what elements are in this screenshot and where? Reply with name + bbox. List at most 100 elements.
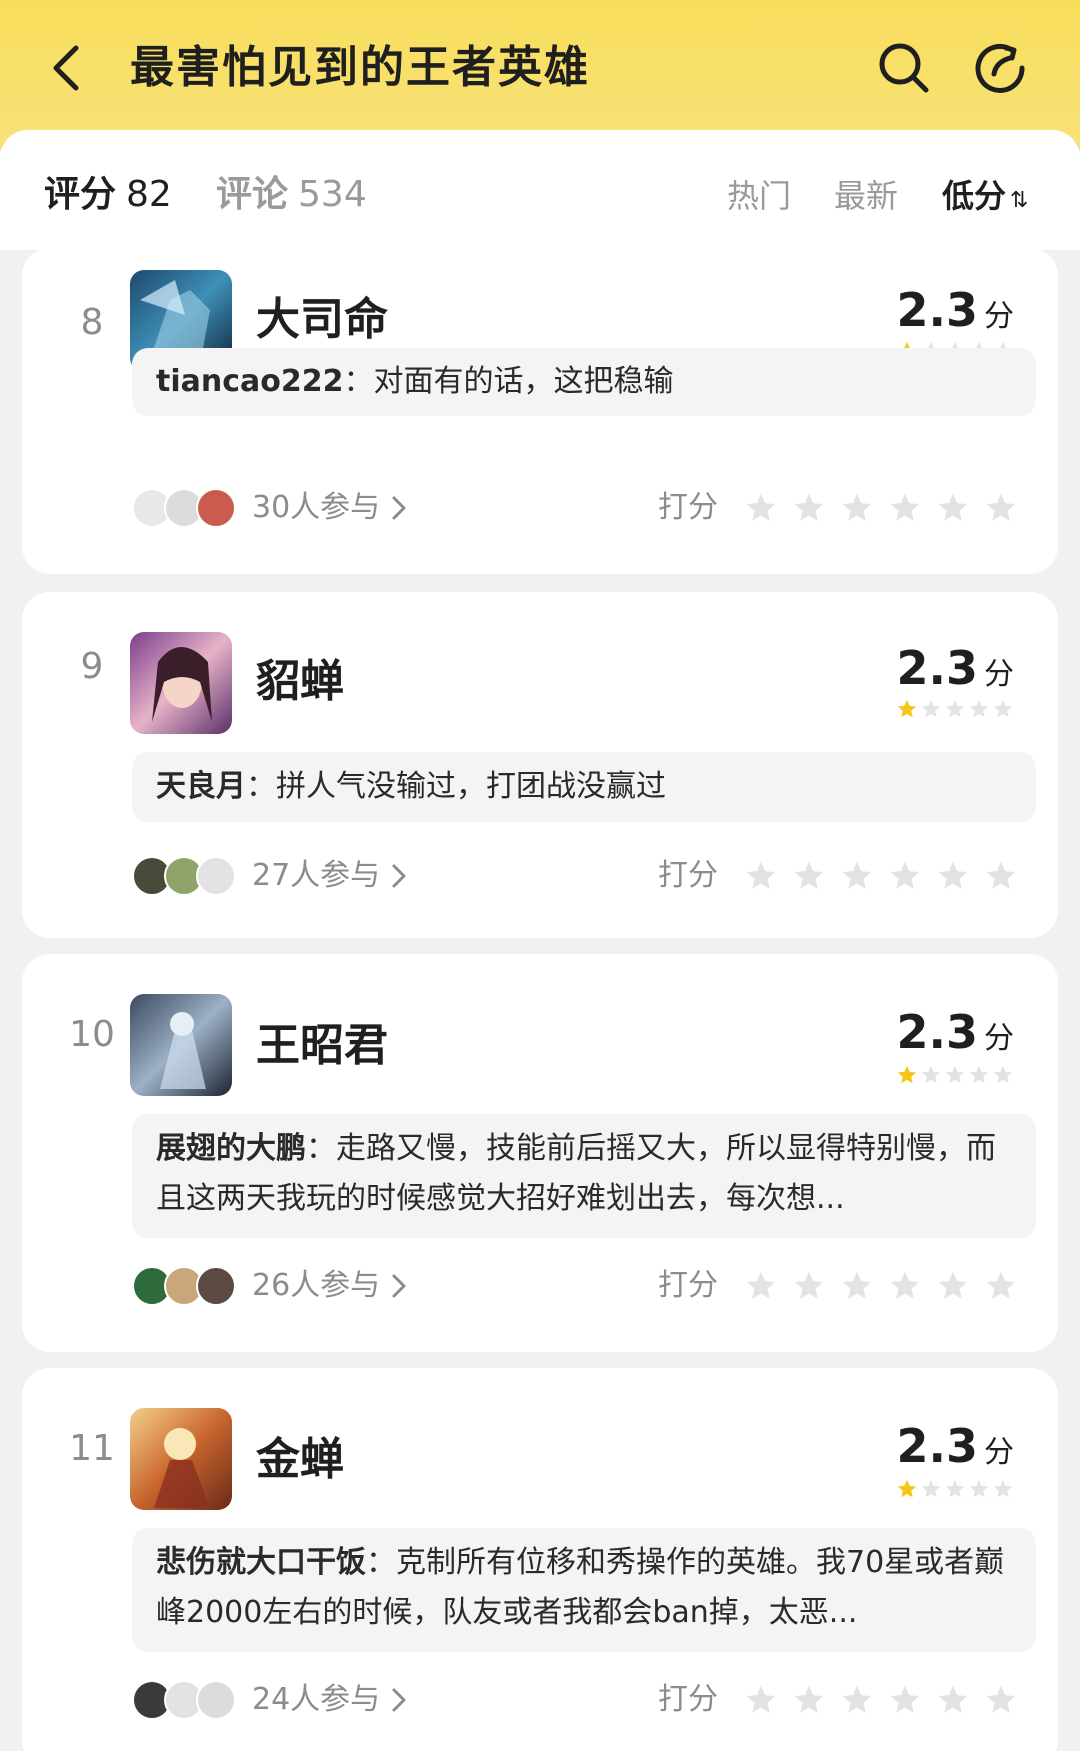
hero-portrait-image <box>130 632 232 734</box>
participants-link[interactable]: 30人参与 <box>132 488 408 528</box>
hero-name[interactable]: 貂蝉 <box>256 652 344 712</box>
participants-link[interactable]: 27人参与 <box>132 856 408 896</box>
score-value: 2.3 分 <box>897 1418 1015 1481</box>
star-empty-icon <box>993 699 1013 718</box>
rank-number: 10 <box>69 1014 115 1055</box>
chevron-left-icon <box>53 45 79 91</box>
rate-star-icon[interactable] <box>888 1683 922 1717</box>
rate-star-icon[interactable] <box>840 1269 874 1303</box>
top-comment[interactable]: 天良月：拼人气没输过，打团战没赢过 <box>132 752 1036 822</box>
search-button[interactable] <box>876 40 932 96</box>
rate-star-icon[interactable] <box>744 1269 778 1303</box>
star-empty-icon <box>921 1479 941 1498</box>
score-summary: 评分 82 <box>44 170 172 220</box>
rate-star-icon[interactable] <box>888 491 922 525</box>
rate-label: 打分 <box>658 490 718 525</box>
hero-card: 11 金蝉 2.3 分 悲伤就大口干饭：克制所有位移和秀操作的英雄。我70星或者巅… <box>22 1368 1058 1751</box>
score-number: 2.3 <box>896 1005 979 1059</box>
star-empty-icon <box>945 699 965 718</box>
rate-star-icon[interactable] <box>744 1683 778 1717</box>
score-unit: 分 <box>984 1021 1014 1056</box>
hero-portrait-image <box>130 1408 232 1510</box>
top-comment[interactable]: 悲伤就大口干饭：克制所有位移和秀操作的英雄。我70星或者巅峰2000左右的时候，… <box>132 1528 1036 1652</box>
rate-star-icon[interactable] <box>792 859 826 893</box>
tab-newest[interactable]: 最新 <box>834 174 898 218</box>
participants-count: 27人参与 <box>252 858 381 893</box>
score-number: 2.3 <box>896 283 979 337</box>
top-comment[interactable]: 展翅的大鹏：走路又慢，技能前后摇又大，所以显得特别慢，而且这两天我玩的时候感觉大… <box>132 1114 1036 1238</box>
rank-number: 11 <box>69 1428 115 1469</box>
hero-name[interactable]: 王昭君 <box>256 1016 388 1076</box>
rate-star-icon[interactable] <box>936 859 970 893</box>
star-rating-display <box>896 1064 1014 1086</box>
rate-star-icon[interactable] <box>984 491 1018 525</box>
score-value: 82 <box>126 174 172 215</box>
comment-user: tiancao222 <box>156 364 344 399</box>
tab-hot[interactable]: 热门 <box>727 174 791 218</box>
participant-avatar <box>196 856 236 896</box>
score-value: 2.3 分 <box>897 640 1015 703</box>
comment-user: 展翅的大鹏 <box>156 1131 306 1166</box>
star-empty-icon <box>945 1065 965 1084</box>
hero-portrait-image <box>130 994 232 1096</box>
rate-star-icon[interactable] <box>792 491 826 525</box>
hero-avatar[interactable] <box>130 632 232 734</box>
star-filled-icon <box>897 699 917 718</box>
score-value: 2.3 分 <box>897 1004 1015 1067</box>
star-rating-display <box>896 698 1014 720</box>
score-unit: 分 <box>984 299 1014 334</box>
comment-user: 天良月 <box>156 769 246 804</box>
rate-star-icon[interactable] <box>840 859 874 893</box>
rate-star-icon[interactable] <box>840 491 874 525</box>
star-empty-icon <box>921 699 941 718</box>
hero-name[interactable]: 金蝉 <box>256 1430 344 1490</box>
hero-avatar[interactable] <box>130 994 232 1096</box>
rate-stars[interactable] <box>744 859 1018 893</box>
rate-stars[interactable] <box>744 491 1018 525</box>
chevron-right-icon <box>392 1688 406 1712</box>
rate-star-icon[interactable] <box>840 1683 874 1717</box>
star-empty-icon <box>969 1479 989 1498</box>
participants-link[interactable]: 24人参与 <box>132 1680 408 1720</box>
participants-count: 30人参与 <box>252 490 381 525</box>
hero-avatar[interactable] <box>130 1408 232 1510</box>
rate-stars[interactable] <box>744 1683 1018 1717</box>
rate-star-icon[interactable] <box>984 1269 1018 1303</box>
participants-link[interactable]: 26人参与 <box>132 1266 408 1306</box>
chevron-right-icon <box>392 496 406 520</box>
score-number: 2.3 <box>896 641 979 695</box>
rate-star-icon[interactable] <box>744 491 778 525</box>
participant-avatar <box>196 488 236 528</box>
rate-label: 打分 <box>658 858 718 893</box>
top-comment[interactable]: tiancao222：对面有的话，这把稳输 <box>132 348 1036 416</box>
hero-name[interactable]: 大司命 <box>256 290 388 350</box>
score-unit: 分 <box>984 657 1014 692</box>
chevron-right-icon <box>392 864 406 888</box>
rate-label: 打分 <box>658 1682 718 1717</box>
rate-star-icon[interactable] <box>936 1683 970 1717</box>
sort-arrows-icon: ⇅ <box>1010 188 1029 213</box>
rate-stars[interactable] <box>744 1269 1018 1303</box>
comments-summary[interactable]: 评论 534 <box>216 170 367 220</box>
rate-star-icon[interactable] <box>984 859 1018 893</box>
rate-star-icon[interactable] <box>888 859 922 893</box>
comment-separator: ： <box>246 769 276 804</box>
score-number: 2.3 <box>896 1419 979 1473</box>
star-empty-icon <box>993 1479 1013 1498</box>
share-button[interactable] <box>972 40 1028 96</box>
rate-star-icon[interactable] <box>792 1269 826 1303</box>
rate-label: 打分 <box>658 1268 718 1303</box>
rate-star-icon[interactable] <box>792 1683 826 1717</box>
comments-label: 评论 <box>216 174 289 215</box>
back-button[interactable] <box>44 38 92 98</box>
rate-star-icon[interactable] <box>744 859 778 893</box>
rate-star-icon[interactable] <box>936 491 970 525</box>
comment-user: 悲伤就大口干饭 <box>156 1545 366 1580</box>
top-bar: 最害怕见到的王者英雄 <box>0 0 1080 150</box>
rate-star-icon[interactable] <box>888 1269 922 1303</box>
share-icon <box>975 43 1025 93</box>
rate-star-icon[interactable] <box>936 1269 970 1303</box>
rate-star-icon[interactable] <box>984 1683 1018 1717</box>
comment-separator: ： <box>306 1131 336 1166</box>
tab-low-score[interactable]: 低分 ⇅ <box>942 174 1028 223</box>
